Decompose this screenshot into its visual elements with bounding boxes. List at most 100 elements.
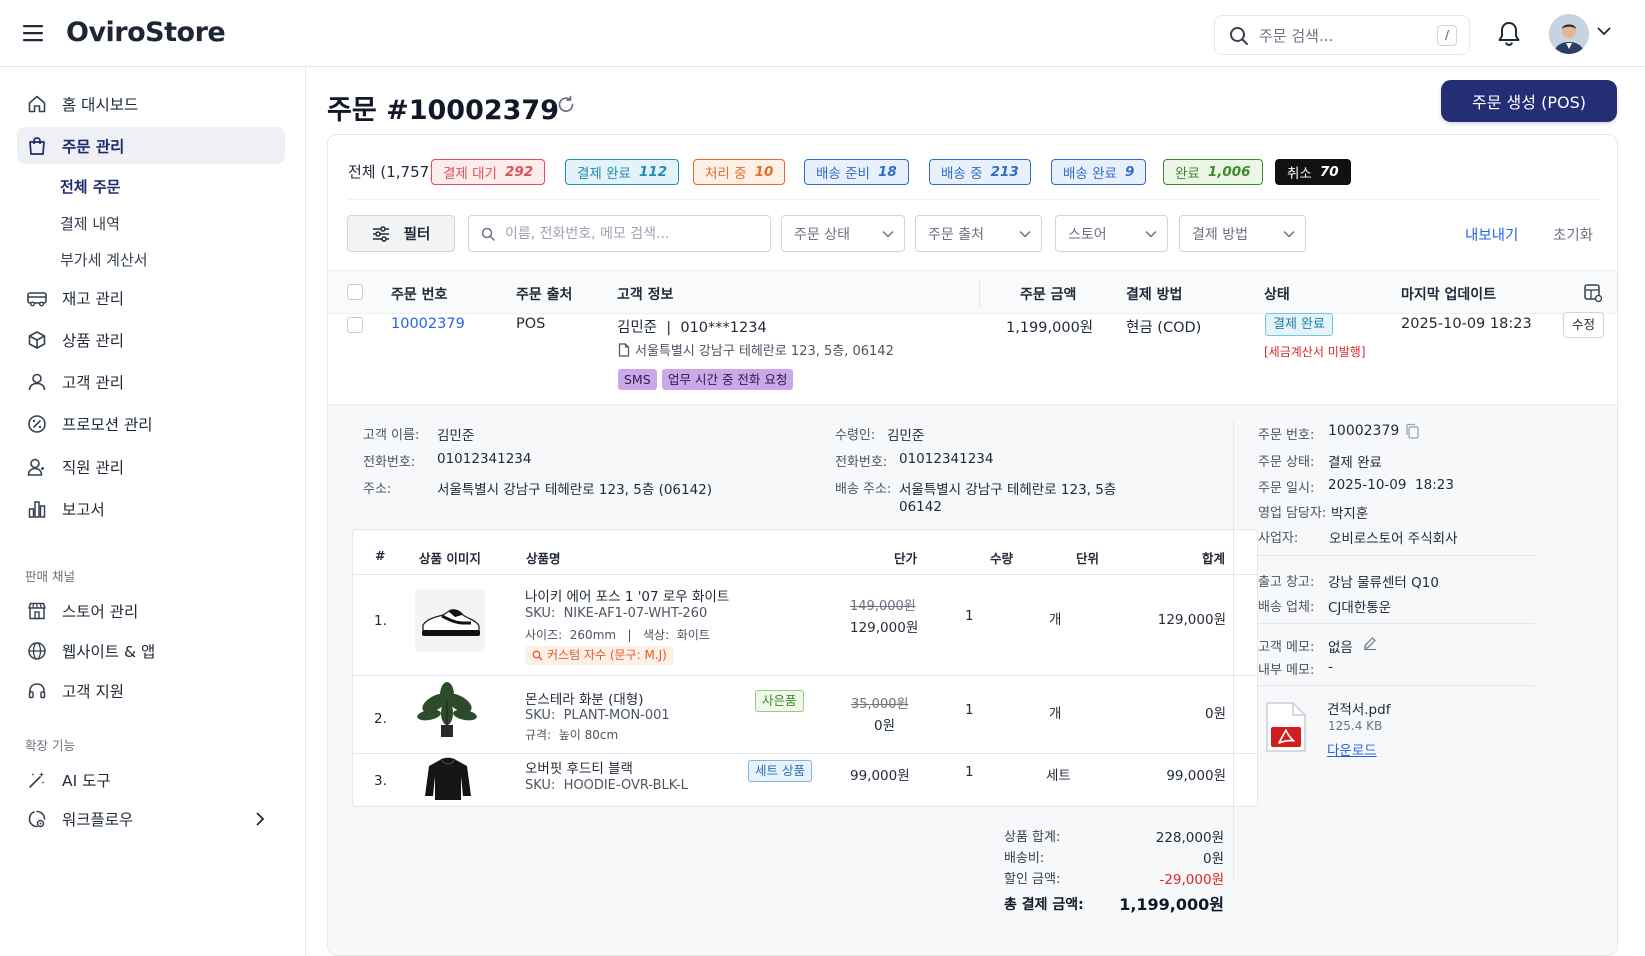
grand-total-value: 1,199,000원 [1119,895,1224,914]
sidebar-item-support[interactable]: 고객 지원 [17,672,285,709]
status-tab-label: 처리 중 [705,166,747,182]
copy-icon[interactable] [1404,423,1420,440]
col-status[interactable]: 상태 [1264,284,1290,304]
payment-method-dropdown[interactable]: 결제 방법 [1179,215,1306,252]
sidebar-subitem-vat-invoice[interactable]: 부가세 계산서 [60,249,148,270]
sidebar-item-staff[interactable]: 직원 관리 [17,448,285,485]
status-tab-pill[interactable]: 취소 70 [1275,159,1351,185]
status-tab-label: 결제 완료 [577,166,631,182]
customer-address: 서울특별시 강남구 테헤란로 123, 5층, 06142 [618,340,894,359]
refresh-icon[interactable] [556,95,576,115]
file-size: 125.4 KB [1328,719,1383,733]
status-tab-pill[interactable]: 배송 중 213 [929,159,1031,185]
sidebar-item-label: 홈 대시보드 [62,95,139,114]
order-amount: 1,199,000원 [1006,320,1094,336]
status-tab-label: 완료 [1175,166,1200,182]
sidebar-item-dashboard[interactable]: 홈 대시보드 [17,85,285,122]
sidebar-item-orders[interactable]: 주문 관리 [17,127,285,164]
sidebar-item-inventory[interactable]: 재고 관리 [17,279,285,316]
item-spec: 규격: 높이 80cm [525,728,619,742]
col-amount[interactable]: 주문 금액 [1020,284,1076,304]
sidebar-item-ai-tools[interactable]: AI 도구 [17,761,285,798]
sidebar-item-reports[interactable]: 보고서 [17,490,285,527]
table-search-input[interactable] [505,224,755,244]
select-all-checkbox[interactable] [347,284,363,300]
page-title: 주문 #10002379 [327,95,559,126]
edit-order-button[interactable]: 수정 [1563,312,1605,338]
col-order-no[interactable]: 주문 번호 [391,284,447,304]
plant-product-image [415,681,479,739]
item-qty: 1 [965,702,974,718]
filter-button-label: 필터 [403,227,431,243]
col-payment[interactable]: 결제 방법 [1126,284,1182,304]
item-unit-price: 0원 [874,718,896,734]
shipping-fee-value: 0원 [1202,851,1224,867]
sidebar-item-promotions[interactable]: 프로모션 관리 [17,405,285,442]
sidebar-item-workflow[interactable]: 워크플로우 [17,800,285,837]
sidebar-item-label: 재고 관리 [62,289,124,308]
status-tab-pill[interactable]: 결제 완료 112 [565,159,680,185]
item-qty: 1 [965,608,974,624]
export-button[interactable]: 내보내기 [1465,224,1518,245]
brand-logo[interactable]: OviroStore [66,17,226,48]
col-customer[interactable]: 고객 정보 [617,284,673,304]
status-tab-pill[interactable]: 배송 준비 18 [804,159,909,185]
user-avatar[interactable] [1549,14,1589,54]
home-icon [26,93,48,115]
sales-rep-label: 영업 담당자: [1258,506,1327,521]
item-sku: SKU: NIKE-AF1-07-WHT-260 [525,606,708,621]
globe-icon [26,640,48,662]
sidebar: 홈 대시보드 주문 관리 전체 주문 결제 내역 부가세 계산서 재고 관리 상… [0,67,306,956]
col-updated[interactable]: 마지막 업데이트 [1401,284,1496,304]
business-label: 사업자: [1258,531,1299,546]
create-order-pos-button[interactable]: 주문 생성 (POS) [1441,80,1617,122]
item-original-price: 149,000원 [850,599,916,614]
edit-memo-icon[interactable] [1363,636,1377,650]
sidebar-item-customers[interactable]: 고객 관리 [17,363,285,400]
customer-tag-call-request: 업무 시간 중 전화 요청 [662,369,794,390]
order-number-link[interactable]: 10002379 [391,316,465,332]
order-source-dropdown[interactable]: 주문 출처 [915,215,1042,252]
order-status-dropdown[interactable]: 주문 상태 [781,215,905,252]
order-search-box[interactable]: / [1214,15,1470,55]
pdf-file-icon[interactable] [1265,701,1307,753]
table-search-box[interactable] [468,215,771,252]
divider [353,675,1257,676]
status-badge: 결제 완료 [1265,313,1333,336]
chevron-down-icon[interactable] [1597,27,1611,36]
order-search-input[interactable] [1259,24,1429,48]
sidebar-item-website-app[interactable]: 웹사이트 & 앱 [17,632,285,669]
customer-phone-value: 01012341234 [437,451,532,467]
item-qty: 1 [965,764,974,780]
row-checkbox[interactable] [347,317,363,333]
business-value: 오비로스토어 주식회사 [1329,531,1458,547]
status-tab-pill[interactable]: 처리 중 10 [693,159,786,185]
customer-phone-label: 전화번호: [363,455,416,470]
store-dropdown[interactable]: 스토어 [1055,215,1168,252]
headset-icon [26,680,48,702]
download-link[interactable]: 다운로드 [1327,739,1377,759]
status-tab-label: 취소 [1287,166,1312,182]
notification-bell-icon[interactable] [1497,21,1521,47]
status-tab-count: 112 [638,164,668,180]
sidebar-item-products[interactable]: 상품 관리 [17,321,285,358]
sidebar-item-store[interactable]: 스토어 관리 [17,592,285,629]
carrier-value: CJ대한통운 [1328,600,1392,616]
item-number: 2. [374,711,387,727]
hamburger-menu-icon[interactable] [22,22,46,44]
filter-button[interactable]: 필터 [347,215,455,252]
status-tab-all[interactable]: 전체 (1,757) [348,161,435,182]
reset-button[interactable]: 초기화 [1553,224,1593,245]
item-sku: SKU: PLANT-MON-001 [525,708,670,723]
customer-address-value: 서울특별시 강남구 테헤란로 123, 5층 (06142) [437,482,713,498]
sidebar-item-label: 고객 지원 [62,682,124,701]
status-tab-pill[interactable]: 배송 완료 9 [1051,159,1147,185]
sidebar-subitem-payments[interactable]: 결제 내역 [60,213,120,234]
col-source[interactable]: 주문 출처 [516,284,572,304]
column-settings-icon[interactable] [1583,283,1603,303]
gift-tag: 사은품 [755,690,804,712]
sidebar-subitem-all-orders[interactable]: 전체 주문 [60,176,120,197]
status-tab-pill[interactable]: 결제 대기 292 [431,159,546,185]
search-icon [532,650,543,661]
status-tab-pill[interactable]: 완료 1,006 [1163,159,1263,185]
